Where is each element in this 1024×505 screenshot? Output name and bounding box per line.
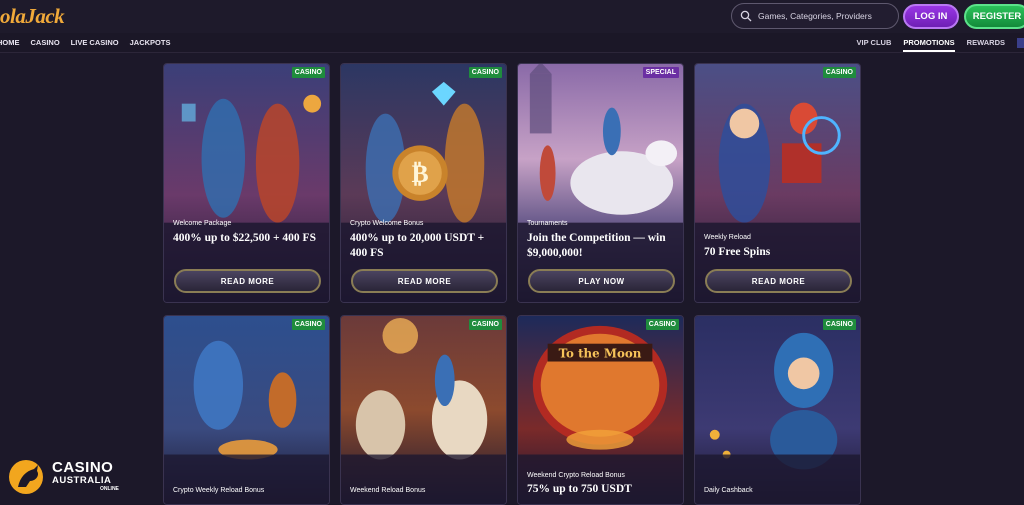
promo-title: 75% up to 750 USDT <box>527 483 632 495</box>
category-badge: CASINO <box>468 319 502 330</box>
login-button[interactable]: LOG IN <box>903 4 959 29</box>
nav-home[interactable]: HOME <box>0 38 20 47</box>
promo-title: 400% up to 20,000 USDT + 400 FS <box>350 232 485 259</box>
promo-subtitle: Weekly Reload <box>704 234 751 241</box>
promo-card[interactable]: CASINO Welcome Package 400% up to $22,50… <box>163 63 330 303</box>
search-placeholder: Games, Categories, Providers <box>758 11 872 21</box>
promo-art <box>341 316 506 504</box>
nav-jackpots[interactable]: JACKPOTS <box>130 38 171 47</box>
promo-art <box>695 64 860 302</box>
search-icon <box>740 10 752 22</box>
read-more-button[interactable]: READ MORE <box>705 269 852 293</box>
category-badge: SPECIAL <box>642 67 679 78</box>
promo-subtitle: Tournaments <box>527 220 568 227</box>
promo-art: ₿ <box>341 64 506 302</box>
promo-card[interactable]: CASINO Weekly Reload 70 Free Spins READ … <box>694 63 861 303</box>
promo-card[interactable]: CASINO Daily Cashback <box>694 315 861 505</box>
language-flag-icon[interactable] <box>1017 38 1024 48</box>
nav-rewards[interactable]: REWARDS <box>967 38 1005 52</box>
category-badge: CASINO <box>291 319 325 330</box>
search-input[interactable]: Games, Categories, Providers <box>731 3 899 29</box>
category-badge: CASINO <box>645 319 679 330</box>
art-text: To the Moon <box>559 347 642 361</box>
promo-card[interactable]: ₿ CASINO Crypto Welcome Bonus 400% up to… <box>340 63 507 303</box>
main-nav: HOME CASINO LIVE CASINO JACKPOTS VIP CLU… <box>0 33 1024 53</box>
watermark: CASINO AUSTRALIA ONLINE <box>8 459 132 495</box>
promo-card[interactable]: SPECIAL Tournaments Join the Competition… <box>517 63 684 303</box>
category-badge: CASINO <box>291 67 325 78</box>
svg-text:₿: ₿ <box>411 159 428 189</box>
promo-art <box>518 64 683 302</box>
category-badge: CASINO <box>468 67 502 78</box>
promo-subtitle: Crypto Weekly Reload Bonus <box>173 487 265 494</box>
nav-vip-club[interactable]: VIP CLUB <box>857 38 892 52</box>
watermark-line2: AUSTRALIA <box>52 475 112 486</box>
promo-art <box>164 316 329 504</box>
top-bar: olaJack Games, Categories, Providers LOG… <box>0 0 1024 33</box>
promo-card[interactable]: CASINO Weekend Reload Bonus <box>340 315 507 505</box>
nav-promotions[interactable]: PROMOTIONS <box>903 38 955 52</box>
promo-card[interactable]: CASINO Crypto Weekly Reload Bonus <box>163 315 330 505</box>
play-now-button[interactable]: PLAY NOW <box>528 269 675 293</box>
nav-casino[interactable]: CASINO <box>31 38 60 47</box>
promo-art <box>164 64 329 302</box>
watermark-line1: CASINO <box>52 459 114 476</box>
promo-title: 70 Free Spins <box>704 246 771 258</box>
category-badge: CASINO <box>822 67 856 78</box>
read-more-button[interactable]: READ MORE <box>351 269 498 293</box>
read-more-button[interactable]: READ MORE <box>174 269 321 293</box>
kangaroo-logo-icon <box>9 460 43 494</box>
promo-subtitle: Daily Cashback <box>704 487 753 494</box>
promo-title: 400% up to $22,500 + 400 FS <box>173 232 316 244</box>
register-button[interactable]: REGISTER <box>964 4 1024 29</box>
promo-art <box>695 316 860 504</box>
promo-card[interactable]: To the Moon CASINO Weekend Crypto Reload… <box>517 315 684 505</box>
watermark-line3: ONLINE <box>100 486 119 492</box>
promo-title: Join the Competition — win $9,000,000! <box>527 232 666 259</box>
promo-subtitle: Weekend Crypto Reload Bonus <box>527 472 625 479</box>
nav-live-casino[interactable]: LIVE CASINO <box>71 38 119 47</box>
site-logo[interactable]: olaJack <box>0 4 65 29</box>
promo-subtitle: Crypto Welcome Bonus <box>350 220 424 227</box>
promo-subtitle: Weekend Reload Bonus <box>350 487 426 494</box>
category-badge: CASINO <box>822 319 856 330</box>
promo-subtitle: Welcome Package <box>173 220 232 227</box>
